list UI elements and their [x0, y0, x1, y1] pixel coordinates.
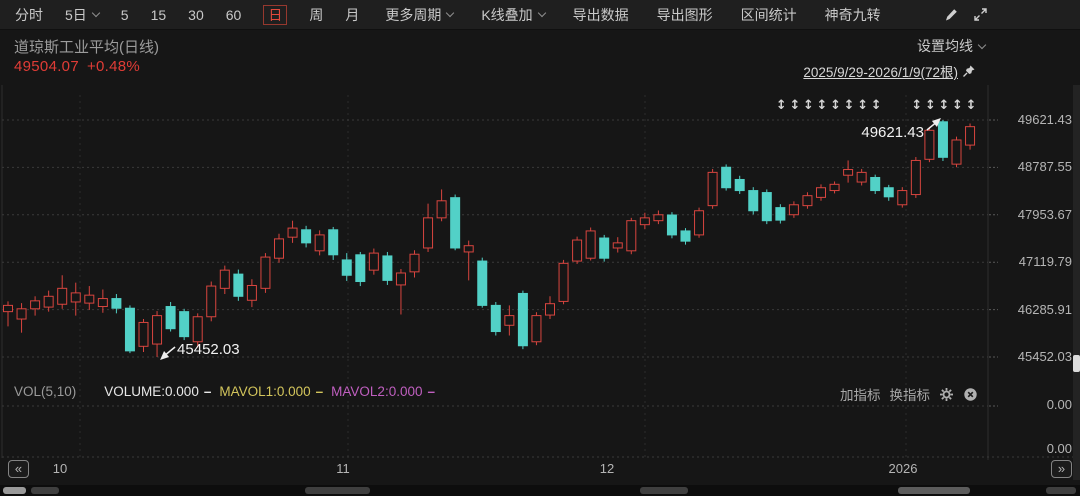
y-axis-label: 48787.55	[992, 159, 1072, 174]
svg-text:↕: ↕	[830, 98, 841, 113]
volume-panel-controls: 加指标 换指标	[840, 384, 978, 404]
svg-text:↕: ↕	[776, 98, 787, 113]
scrollbar-segment[interactable]	[31, 487, 59, 494]
series-dash-marker: –	[316, 384, 324, 399]
svg-text:↕: ↕	[844, 98, 855, 113]
volume-series-values: VOLUME:0.000–MAVOL1:0.000–MAVOL2:0.000–	[96, 384, 435, 399]
switch-indicator-button[interactable]: 换指标	[890, 384, 931, 404]
x-axis-label: 12	[575, 461, 639, 476]
y-axis-label: 49621.43	[992, 112, 1072, 127]
svg-text:↕: ↕	[911, 98, 922, 113]
volume-indicator-name: VOL(5,10)	[14, 384, 76, 399]
y-axis-label: 46285.91	[992, 302, 1072, 317]
top-toolbar: 分时 5日 5 15 30 60 日 周 月 更多周期 K线叠加 导出数据 导出图形 区间统计 神奇九转	[0, 0, 1080, 30]
scroll-left-button[interactable]: «	[8, 460, 29, 478]
scroll-right-button[interactable]: »	[1051, 460, 1072, 478]
price-change-percent: +0.48%	[87, 58, 140, 75]
svg-text:↕: ↕	[966, 98, 977, 113]
x-axis-label: 11	[311, 461, 375, 476]
y-axis-label: 47119.79	[992, 254, 1072, 269]
svg-text:↕: ↕	[857, 98, 868, 113]
svg-text:↕: ↕	[952, 98, 963, 113]
volume-series-label: MAVOL2:0.000	[331, 384, 422, 399]
vertical-scrollbar[interactable]	[1073, 85, 1080, 480]
menu-更多周期[interactable]: 更多周期	[385, 5, 453, 25]
period-tabs: 分时 5日 5 15 30 60 日 周 月	[15, 5, 359, 25]
x-axis-label: 2026	[871, 461, 935, 476]
date-range-link[interactable]: 2025/9/29-2026/1/9(72根)	[803, 61, 976, 81]
volume-y-axis-label: 0.00	[992, 441, 1072, 456]
period-60[interactable]: 60	[226, 7, 242, 23]
svg-text:↕: ↕	[925, 98, 936, 113]
chevron-down-icon	[978, 40, 986, 48]
svg-text:↕: ↕	[938, 98, 949, 113]
scrollbar-segment[interactable]	[305, 487, 370, 494]
menu-导出图形[interactable]: 导出图形	[657, 5, 713, 25]
gear-icon[interactable]	[939, 387, 954, 402]
menu-K线叠加[interactable]: K线叠加	[481, 5, 544, 25]
close-panel-icon[interactable]	[963, 387, 978, 402]
menu-区间统计[interactable]: 区间统计	[741, 5, 797, 25]
scrollbar-segment[interactable]	[640, 487, 688, 494]
period-5[interactable]: 5	[121, 7, 129, 23]
last-price: 49504.07	[14, 58, 79, 75]
toolbar-menus: 更多周期 K线叠加 导出数据 导出图形 区间统计 神奇九转	[385, 5, 880, 25]
scrollbar-segment[interactable]	[3, 487, 26, 494]
draw-pen-icon[interactable]	[944, 7, 959, 22]
x-axis-label: 10	[28, 461, 92, 476]
scrollbar-segment[interactable]	[1046, 487, 1076, 494]
y-axis-label: 45452.03	[992, 349, 1072, 364]
scrollbar-segment[interactable]	[898, 487, 970, 494]
date-range-text: 2025/9/29-2026/1/9(72根)	[803, 61, 958, 81]
pin-icon	[962, 64, 976, 78]
period-15[interactable]: 15	[151, 7, 167, 23]
menu-导出数据[interactable]: 导出数据	[573, 5, 629, 25]
volume-y-axis-label: 0.00	[992, 397, 1072, 412]
period-周[interactable]: 周	[309, 5, 323, 25]
period-月[interactable]: 月	[345, 5, 359, 25]
series-dash-marker: –	[427, 384, 435, 399]
period-分时[interactable]: 分时	[15, 5, 43, 25]
volume-series-label: VOLUME:0.000	[104, 384, 199, 399]
instrument-title: 道琼斯工业平均(日线)	[14, 36, 159, 57]
period-日[interactable]: 日	[263, 5, 287, 25]
chevron-down-icon	[446, 9, 454, 17]
vertical-scrollbar-thumb[interactable]	[1073, 355, 1080, 372]
ma-settings-button[interactable]: 设置均线	[917, 36, 985, 56]
svg-text:↕: ↕	[803, 98, 814, 113]
horizontal-scrollbar[interactable]	[0, 485, 1080, 496]
add-indicator-button[interactable]: 加指标	[840, 384, 881, 404]
svg-text:↕: ↕	[871, 98, 882, 113]
ma-settings-label: 设置均线	[917, 36, 973, 56]
series-dash-marker: –	[204, 384, 212, 399]
period-5日[interactable]: 5日	[65, 5, 99, 25]
last-price-row: 49504.07 +0.48%	[14, 58, 148, 75]
svg-text:49621.43: 49621.43	[861, 124, 924, 141]
chevron-down-icon	[92, 9, 100, 17]
chevron-down-icon	[537, 9, 545, 17]
y-axis-label: 47953.67	[992, 207, 1072, 222]
volume-panel-header: VOL(5,10) VOLUME:0.000–MAVOL1:0.000–MAVO…	[14, 384, 435, 399]
svg-text:↕: ↕	[817, 98, 828, 113]
volume-series-label: MAVOL1:0.000	[219, 384, 310, 399]
fullscreen-icon[interactable]	[973, 7, 988, 22]
svg-text:↕: ↕	[789, 98, 800, 113]
svg-text:45452.03: 45452.03	[177, 341, 240, 358]
menu-神奇九转[interactable]: 神奇九转	[825, 5, 881, 25]
period-30[interactable]: 30	[188, 7, 204, 23]
